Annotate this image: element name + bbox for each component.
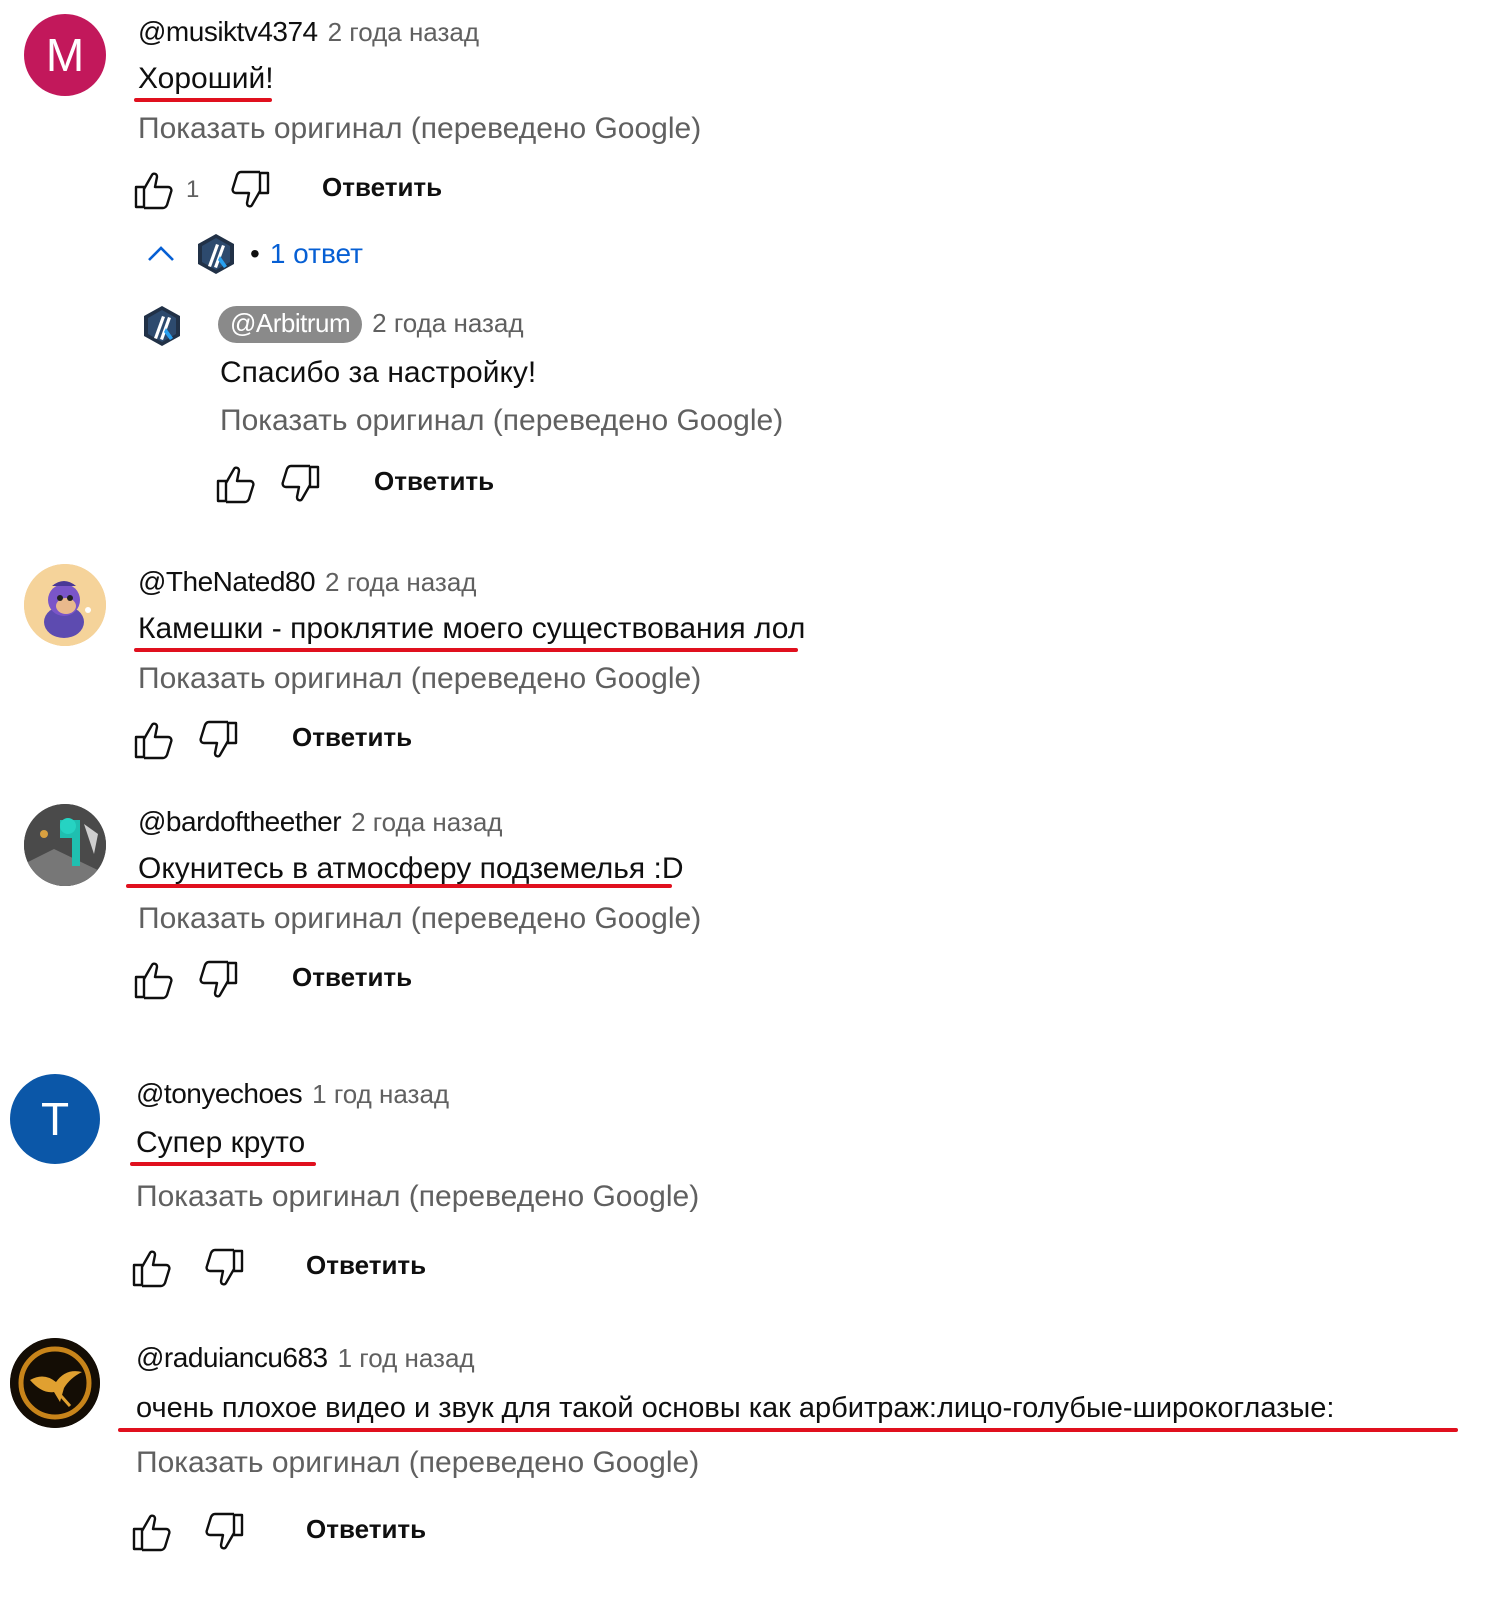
timestamp[interactable]: 1 год назад — [312, 1079, 449, 1110]
reply-button[interactable]: Ответить — [306, 1250, 426, 1281]
thumb-down-icon — [202, 1510, 246, 1554]
timestamp[interactable]: 1 год назад — [338, 1343, 475, 1374]
dislike-button[interactable] — [196, 958, 240, 1002]
reply-button[interactable]: Ответить — [306, 1514, 426, 1545]
dislike-button[interactable] — [278, 462, 322, 506]
arbitrum-logo-icon — [194, 232, 238, 276]
separator-dot: • — [250, 238, 260, 269]
replies-count[interactable]: 1 ответ — [270, 238, 363, 270]
dislike-button[interactable] — [196, 718, 240, 762]
thumb-up-icon — [132, 958, 176, 1002]
like-button[interactable] — [132, 958, 176, 1002]
show-original-link[interactable]: Показать оригинал (переведено Google) — [136, 1180, 699, 1214]
timestamp[interactable]: 2 года назад — [351, 807, 502, 838]
show-original-link[interactable]: Показать оригинал (переведено Google) — [138, 112, 701, 146]
author-name[interactable]: @TheNated80 — [138, 566, 316, 598]
like-button[interactable] — [132, 718, 176, 762]
thumb-up-icon — [132, 168, 176, 212]
reply-button[interactable]: Ответить — [374, 466, 494, 497]
comment-text: Окунитесь в атмосферу подземелья :D — [138, 852, 684, 885]
comment-header: @raduiancu683 1 год назад — [136, 1342, 475, 1374]
like-button[interactable] — [132, 168, 176, 212]
red-underline — [118, 1428, 1458, 1432]
reply-button[interactable]: Ответить — [322, 172, 442, 203]
thumb-down-icon — [228, 168, 272, 212]
like-count: 1 — [186, 176, 200, 203]
show-original-link[interactable]: Показать оригинал (переведено Google) — [138, 902, 701, 936]
author-name[interactable]: @tonyechoes — [136, 1078, 303, 1110]
like-button[interactable] — [130, 1510, 174, 1554]
red-underline — [126, 884, 672, 888]
thumb-up-icon — [214, 462, 258, 506]
red-underline — [134, 98, 272, 102]
cartoon-monkey-icon — [24, 564, 106, 646]
timestamp[interactable]: 2 года назад — [372, 308, 523, 339]
thumb-down-icon — [196, 718, 240, 762]
author-name[interactable]: @musiktv4374 — [138, 16, 318, 48]
red-underline — [130, 1162, 316, 1166]
comment-header: @musiktv4374 2 года назад — [138, 16, 479, 48]
author-name[interactable]: @raduiancu683 — [136, 1342, 328, 1374]
thumb-down-icon — [196, 958, 240, 1002]
show-original-link[interactable]: Показать оригинал (переведено Google) — [138, 662, 701, 696]
comment-text: Камешки - проклятие моего существования … — [138, 612, 806, 645]
reply-button[interactable]: Ответить — [292, 722, 412, 753]
avatar-letter: T — [40, 1093, 70, 1145]
dislike-button[interactable] — [202, 1510, 246, 1554]
thumb-up-icon — [130, 1510, 174, 1554]
avatar[interactable]: T — [10, 1074, 100, 1164]
thumb-down-icon — [278, 462, 322, 506]
replies-toggle[interactable]: • 1 ответ — [144, 232, 363, 276]
show-original-link[interactable]: Показать оригинал (переведено Google) — [136, 1446, 699, 1480]
reply-header: @Arbitrum 2 года назад — [218, 306, 524, 343]
dislike-button[interactable] — [202, 1246, 246, 1290]
like-button[interactable] — [130, 1246, 174, 1290]
reply-button[interactable]: Ответить — [292, 962, 412, 993]
comment-text: Супер круто — [136, 1126, 306, 1159]
thumb-up-icon — [130, 1246, 174, 1290]
reply-text: Спасибо за настройку! — [220, 356, 537, 389]
avatar[interactable] — [24, 564, 106, 646]
timestamp[interactable]: 2 года назад — [328, 17, 479, 48]
author-name[interactable]: @bardoftheether — [138, 806, 342, 838]
avatar[interactable] — [24, 804, 106, 886]
comment-header: @tonyechoes 1 год назад — [136, 1078, 449, 1110]
thumb-up-icon — [132, 718, 176, 762]
comment-header: @TheNated80 2 года назад — [138, 566, 476, 598]
arbitrum-logo-icon — [140, 304, 184, 348]
avatar[interactable]: M — [24, 14, 106, 96]
chevron-up-icon — [148, 246, 174, 261]
teal-figure-icon — [24, 804, 106, 886]
mockingjay-icon — [10, 1338, 100, 1428]
comment-text: очень плохое видео и звук для такой осно… — [136, 1392, 1335, 1424]
author-chip[interactable]: @Arbitrum — [218, 306, 363, 343]
avatar-letter: M — [45, 29, 85, 81]
avatar[interactable] — [10, 1338, 100, 1428]
timestamp[interactable]: 2 года назад — [325, 567, 476, 598]
like-button[interactable] — [214, 462, 258, 506]
comment-text: Хороший! — [138, 62, 274, 95]
comment-header: @bardoftheether 2 года назад — [138, 806, 502, 838]
dislike-button[interactable] — [228, 168, 272, 212]
thumb-down-icon — [202, 1246, 246, 1290]
red-underline — [134, 648, 798, 652]
avatar[interactable] — [140, 304, 184, 348]
show-original-link[interactable]: Показать оригинал (переведено Google) — [220, 404, 783, 438]
